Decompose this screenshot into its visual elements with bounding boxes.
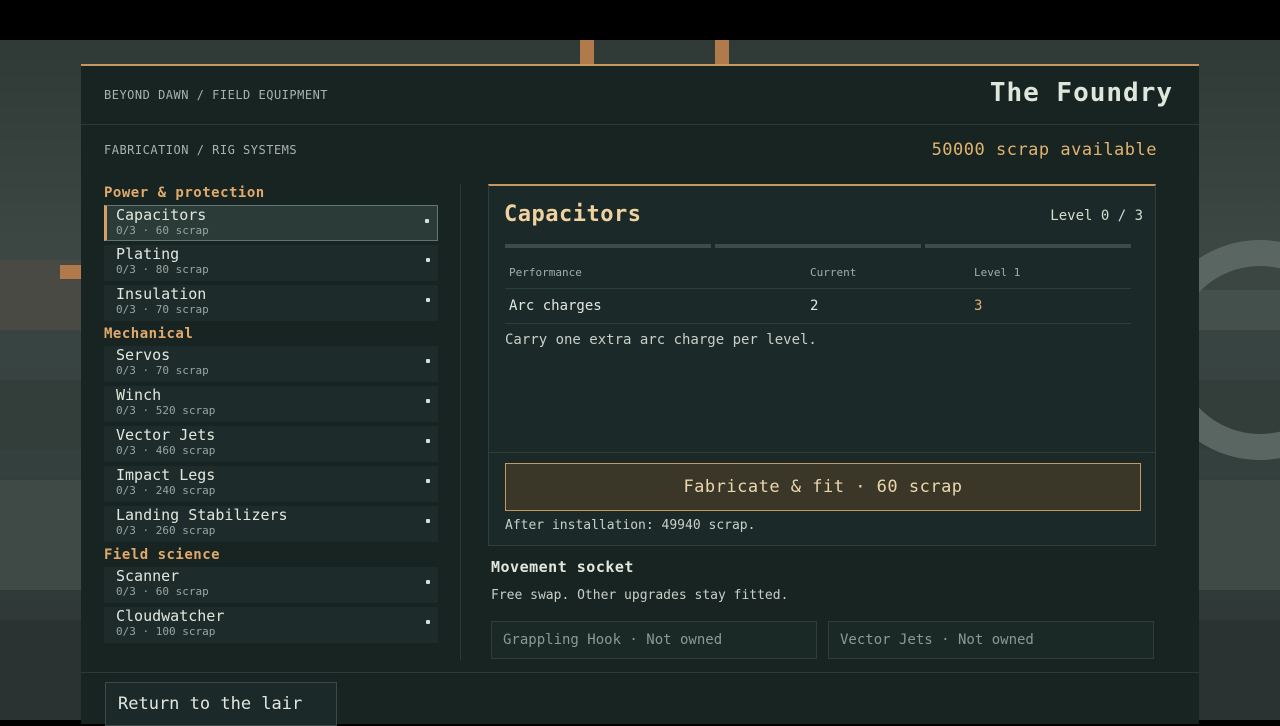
upgrade-item-name: Capacitors xyxy=(116,206,207,224)
upgrade-item-meta: 0/3 · 80 scrap xyxy=(116,263,209,276)
upgrade-item-meta: 0/3 · 100 scrap xyxy=(116,625,216,638)
fabricate-button[interactable]: Fabricate & fit · 60 scrap xyxy=(505,463,1141,511)
upgrade-name: Capacitors xyxy=(504,202,642,227)
divider xyxy=(81,124,1199,125)
status-dot-icon xyxy=(426,359,430,363)
upgrade-item-meta: 0/3 · 520 scrap xyxy=(116,404,216,417)
level-progress xyxy=(505,244,1131,248)
column-header: Level 1 xyxy=(970,256,1131,289)
upgrade-item-meta: 0/3 · 60 scrap xyxy=(116,224,209,237)
upgrade-item-vector-jets[interactable]: Vector Jets 0/3 · 460 scrap xyxy=(104,426,438,462)
category-heading: Mechanical xyxy=(104,326,194,342)
status-dot-icon xyxy=(426,580,430,584)
divider xyxy=(460,184,461,660)
level-segment xyxy=(715,244,921,248)
upgrade-list: Power & protection Capacitors 0/3 · 60 scr… xyxy=(104,184,438,647)
upgrade-item-meta: 0/3 · 70 scrap xyxy=(116,303,209,316)
status-dot-icon xyxy=(426,479,430,483)
upgrade-item-capacitors[interactable]: Capacitors 0/3 · 60 scrap xyxy=(104,205,438,241)
upgrade-level: Level 0 / 3 xyxy=(1050,208,1143,224)
upgrade-item-meta: 0/3 · 260 scrap xyxy=(116,524,216,537)
upgrade-item-landing-stabilizers[interactable]: Landing Stabilizers 0/3 · 260 scrap xyxy=(104,506,438,542)
socket-description: Free swap. Other upgrades stay fitted. xyxy=(491,588,789,603)
level-segment xyxy=(505,244,711,248)
status-dot-icon xyxy=(426,439,430,443)
status-dot-icon xyxy=(426,258,430,262)
level-segment xyxy=(925,244,1131,248)
socket-slot-vector-jets[interactable]: Vector Jets · Not owned xyxy=(828,621,1154,659)
upgrade-item-name: Plating xyxy=(116,245,180,263)
stat-name: Arc charges xyxy=(505,288,806,324)
socket-title: Movement socket xyxy=(491,558,634,576)
upgrade-item-name: Vector Jets xyxy=(116,426,216,444)
breadcrumb: BEYOND DAWN / FIELD EQUIPMENT xyxy=(104,88,329,102)
upgrade-item-meta: 0/3 · 460 scrap xyxy=(116,444,216,457)
stat-next: 3 xyxy=(970,288,1131,324)
upgrade-item-impact-legs[interactable]: Impact Legs 0/3 · 240 scrap xyxy=(104,466,438,502)
upgrade-item-servos[interactable]: Servos 0/3 · 70 scrap xyxy=(104,346,438,382)
socket-slot-grappling-hook[interactable]: Grappling Hook · Not owned xyxy=(491,621,817,659)
performance-table: Performance Current Level 1 Arc charges … xyxy=(505,256,1131,324)
stat-current: 2 xyxy=(806,288,970,324)
status-dot-icon xyxy=(426,519,430,523)
upgrade-item-name: Winch xyxy=(116,386,162,404)
after-install-note: After installation: 49940 scrap. xyxy=(505,518,756,533)
return-button[interactable]: Return to the lair xyxy=(105,682,337,726)
upgrade-detail-card: Capacitors Level 0 / 3 Performance Curre… xyxy=(488,184,1156,546)
upgrade-item-plating[interactable]: Plating 0/3 · 80 scrap xyxy=(104,245,438,281)
upgrade-item-cloudwatcher[interactable]: Cloudwatcher 0/3 · 100 scrap xyxy=(104,607,438,643)
category-heading: Field science xyxy=(104,547,221,563)
column-header: Current xyxy=(806,256,970,289)
status-dot-icon xyxy=(426,399,430,403)
sub-breadcrumb: FABRICATION / RIG SYSTEMS xyxy=(104,143,298,157)
upgrade-item-name: Insulation xyxy=(116,285,207,303)
table-row: Arc charges 2 3 xyxy=(505,288,1131,324)
upgrade-item-meta: 0/3 · 70 scrap xyxy=(116,364,209,377)
column-header: Performance xyxy=(505,256,806,289)
foundry-panel: BEYOND DAWN / FIELD EQUIPMENT The Foundr… xyxy=(81,64,1199,726)
page-title: The Foundry xyxy=(989,78,1173,108)
status-dot-icon xyxy=(426,620,430,624)
upgrade-item-name: Cloudwatcher xyxy=(116,607,225,625)
scrap-balance: 50000 scrap available xyxy=(931,140,1157,160)
upgrade-item-insulation[interactable]: Insulation 0/3 · 70 scrap xyxy=(104,285,438,321)
upgrade-item-winch[interactable]: Winch 0/3 · 520 scrap xyxy=(104,386,438,422)
status-dot-icon xyxy=(425,219,429,223)
upgrade-item-name: Landing Stabilizers xyxy=(116,506,288,524)
upgrade-item-name: Servos xyxy=(116,346,171,364)
upgrade-item-name: Impact Legs xyxy=(116,466,216,484)
divider xyxy=(489,452,1155,453)
upgrade-item-meta: 0/3 · 240 scrap xyxy=(116,484,216,497)
category-heading: Power & protection xyxy=(104,185,265,201)
divider xyxy=(81,672,1199,673)
upgrade-item-name: Scanner xyxy=(116,567,180,585)
upgrade-description: Carry one extra arc charge per level. xyxy=(505,332,817,348)
upgrade-item-meta: 0/3 · 60 scrap xyxy=(116,585,209,598)
upgrade-item-scanner[interactable]: Scanner 0/3 · 60 scrap xyxy=(104,567,438,603)
status-dot-icon xyxy=(426,298,430,302)
